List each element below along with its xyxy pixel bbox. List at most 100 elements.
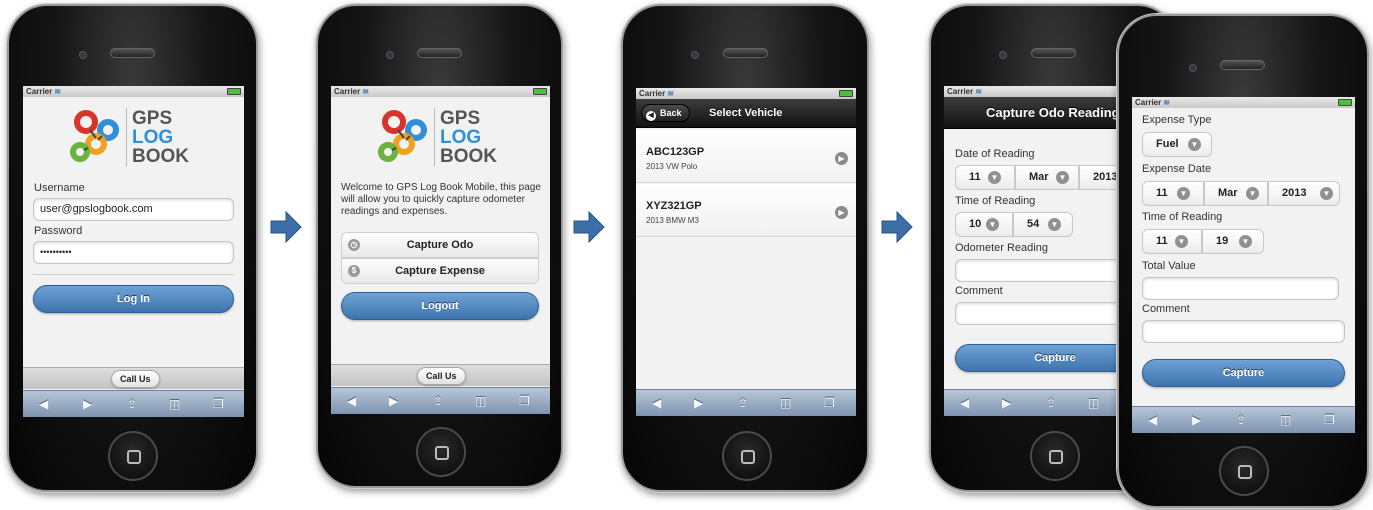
chevron-down-icon: ▼ (1188, 138, 1201, 151)
phone-capture-expense: Carrier ≋ Expense Type Fuel ▼ Expense Date… (1117, 14, 1369, 508)
home-button[interactable] (108, 431, 158, 481)
screen-capture-expense: Carrier ≋ Expense Type Fuel ▼ Expense Date… (1132, 97, 1355, 433)
logo-text-log: LOG (440, 127, 482, 148)
page-title: Capture Odo Reading (986, 105, 1120, 120)
expense-type-select[interactable]: Fuel ▼ (1142, 132, 1212, 157)
wifi-icon: ≋ (667, 89, 674, 98)
minute-select[interactable]: 54 ▼ (1013, 212, 1073, 237)
bookmarks-icon[interactable]: ◫ (1280, 413, 1291, 427)
day-value: 11 (1156, 187, 1168, 199)
hour-select[interactable]: 11 ▼ (1142, 229, 1202, 254)
logo-pins-icon (70, 110, 119, 162)
home-button[interactable] (1030, 431, 1080, 481)
back-button[interactable]: ◀ Back (641, 104, 690, 122)
logo-text-gps: GPS (132, 108, 173, 129)
back-arrow-icon[interactable]: ◀ (1148, 413, 1157, 427)
logo-text-book: BOOK (440, 146, 497, 167)
home-button[interactable] (722, 431, 772, 481)
call-us-button[interactable]: Call Us (111, 370, 160, 388)
back-arrow-icon[interactable]: ◀ (960, 396, 969, 410)
share-icon[interactable]: ⇪ (127, 397, 137, 411)
capture-odo-button[interactable]: ◷ Capture Odo (341, 232, 539, 258)
app-logo: GPS LOG BOOK (378, 108, 508, 168)
odometer-label: Odometer Reading (955, 242, 1048, 254)
forward-arrow-icon[interactable]: ▶ (389, 394, 398, 408)
phone-vehicles: Carrier ≋ ◀ Back Select Vehicle ABC123GP 2… (621, 4, 869, 492)
welcome-text: Welcome to GPS Log Book Mobile, this pag… (341, 182, 541, 217)
share-icon[interactable]: ⇪ (1236, 413, 1246, 427)
share-icon[interactable]: ⇪ (738, 396, 748, 410)
share-icon[interactable]: ⇪ (1046, 396, 1056, 410)
tabs-icon[interactable]: ❐ (519, 394, 530, 408)
share-icon[interactable]: ⇪ (433, 394, 443, 408)
carrier-label: Carrier (639, 89, 666, 98)
tabs-icon[interactable]: ❐ (213, 397, 224, 411)
camera (1189, 64, 1197, 72)
back-label: Back (660, 108, 682, 118)
phone-home: Carrier ≋ GPS LOG BOOK Welcome to GPS Log… (316, 4, 563, 488)
page-title: Select Vehicle (709, 107, 783, 119)
capture-button[interactable]: Capture (1142, 359, 1345, 387)
bookmarks-icon[interactable]: ◫ (169, 397, 180, 411)
back-arrow-icon[interactable]: ◀ (39, 397, 48, 411)
app-logo: GPS LOG BOOK (70, 108, 200, 168)
username-field[interactable]: user@gpslogbook.com (33, 198, 234, 221)
chevron-down-icon: ▼ (1239, 235, 1252, 248)
back-arrow-icon[interactable]: ◀ (347, 394, 356, 408)
logo-text-book: BOOK (132, 146, 189, 167)
logout-button[interactable]: Logout (341, 292, 539, 320)
vehicle-item[interactable]: XYZ321GP 2013 BMW M3 ▶ (636, 184, 856, 237)
wifi-icon: ≋ (1163, 98, 1170, 107)
expense-type-label: Expense Type (1142, 114, 1212, 126)
back-icon: ◀ (646, 111, 656, 121)
home-button[interactable] (416, 427, 466, 477)
battery-icon (839, 90, 853, 97)
home-button[interactable] (1219, 446, 1269, 496)
comment-label: Comment (1142, 303, 1190, 315)
minute-select[interactable]: 19 ▼ (1202, 229, 1264, 254)
vehicle-item[interactable]: ABC123GP 2013 VW Polo ▶ (636, 130, 856, 183)
forward-arrow-icon[interactable]: ▶ (83, 397, 92, 411)
forward-arrow-icon[interactable]: ▶ (694, 396, 703, 410)
screen-login: Carrier ≋ GPS LOG BOOK Username user@gpsl… (23, 86, 244, 417)
tabs-icon[interactable]: ❐ (824, 396, 835, 410)
camera (79, 51, 87, 59)
hour-value: 10 (969, 218, 982, 230)
call-us-button[interactable]: Call Us (417, 367, 466, 385)
money-icon: $ (348, 265, 360, 277)
vehicle-description: 2013 VW Polo (646, 162, 698, 171)
bookmarks-icon[interactable]: ◫ (475, 394, 486, 408)
screen-vehicles: Carrier ≋ ◀ Back Select Vehicle ABC123GP 2… (636, 88, 856, 416)
wifi-icon: ≋ (54, 87, 61, 96)
total-value-field[interactable] (1142, 277, 1339, 300)
password-field[interactable]: •••••••••• (33, 241, 234, 264)
year-select[interactable]: 2013 ▼ (1268, 181, 1340, 206)
phone-login: Carrier ≋ GPS LOG BOOK Username user@gpsl… (7, 4, 258, 492)
chevron-down-icon: ▼ (1175, 235, 1188, 248)
status-bar: Carrier ≋ (1132, 97, 1355, 108)
logo-pins-icon (378, 110, 427, 162)
month-select[interactable]: Mar ▼ (1204, 181, 1268, 206)
capture-odo-label: Capture Odo (406, 239, 474, 251)
flow-arrow-icon (573, 210, 605, 244)
login-button[interactable]: Log In (33, 285, 234, 313)
speaker (723, 48, 768, 58)
forward-arrow-icon[interactable]: ▶ (1002, 396, 1011, 410)
comment-field[interactable] (1142, 320, 1345, 343)
month-select[interactable]: Mar ▼ (1015, 165, 1079, 190)
back-arrow-icon[interactable]: ◀ (652, 396, 661, 410)
tabs-icon[interactable]: ❐ (1324, 413, 1335, 427)
bookmarks-icon[interactable]: ◫ (1088, 396, 1099, 410)
bookmarks-icon[interactable]: ◫ (780, 396, 791, 410)
chevron-down-icon: ▼ (1177, 187, 1190, 200)
chevron-down-icon: ▼ (986, 218, 999, 231)
speaker (110, 48, 155, 58)
forward-arrow-icon[interactable]: ▶ (1192, 413, 1201, 427)
hour-select[interactable]: 10 ▼ (955, 212, 1013, 237)
speaker (1031, 48, 1076, 58)
day-select[interactable]: 11 ▼ (1142, 181, 1204, 206)
capture-expense-button[interactable]: $ Capture Expense (341, 258, 539, 284)
day-select[interactable]: 11 ▼ (955, 165, 1015, 190)
camera (691, 51, 699, 59)
time-label: Time of Reading (955, 195, 1036, 207)
